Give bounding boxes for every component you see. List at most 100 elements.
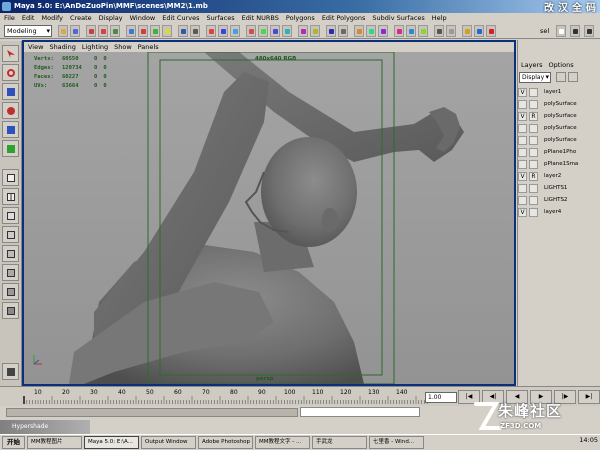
panel-menu-view[interactable]: View <box>28 42 43 52</box>
layer-row[interactable]: Vlayer4 <box>518 207 598 217</box>
open-scene-button[interactable] <box>58 25 68 37</box>
shelf-tool-h-button[interactable] <box>446 25 456 37</box>
persp-graph-layout[interactable] <box>2 226 19 243</box>
taskbar-item[interactable]: Adobe Photoshop <box>198 436 253 449</box>
layer-type-select[interactable]: Display <box>519 72 551 83</box>
render-globals-button[interactable] <box>230 25 240 37</box>
shelf-tool-a-button[interactable] <box>354 25 364 37</box>
layer-row[interactable]: LIGHTS1 <box>518 183 598 193</box>
menu-file[interactable]: File <box>4 13 15 23</box>
shelf-tool-i-button[interactable] <box>462 25 472 37</box>
history-button[interactable] <box>178 25 188 37</box>
custom-layout-b[interactable] <box>2 302 19 319</box>
rotate-tool[interactable] <box>2 102 19 119</box>
layer-row[interactable]: V Rlayer2 <box>518 171 598 181</box>
sel-field[interactable] <box>556 25 566 37</box>
tab-layers[interactable]: Layers <box>521 61 543 69</box>
shelf-tool-b-button[interactable] <box>366 25 376 37</box>
lasso-tool[interactable] <box>2 64 19 81</box>
select-tool[interactable] <box>2 45 19 62</box>
layer-row[interactable]: LIGHTS2 <box>518 195 598 205</box>
panel-menu-show[interactable]: Show <box>114 42 132 52</box>
mode-select[interactable]: Modeling <box>4 25 52 37</box>
snap-grid-button[interactable] <box>126 25 136 37</box>
taskbar-item[interactable]: 七里香 - Wind... <box>369 436 424 449</box>
title-extra-4[interactable]: 码 <box>586 0 596 14</box>
attribute-editor-button[interactable] <box>310 25 320 37</box>
channel-box-button[interactable] <box>326 25 336 37</box>
layer-row[interactable]: polySurface <box>518 99 598 109</box>
menu-create[interactable]: Create <box>70 13 92 23</box>
hypershade-window-minimized[interactable]: Hypershade <box>0 420 90 434</box>
scale-tool-button[interactable] <box>270 25 280 37</box>
hypershade-layout[interactable] <box>2 245 19 262</box>
select-component-button[interactable] <box>110 25 120 37</box>
title-extra-1[interactable]: 改 <box>544 0 554 14</box>
outliner-button[interactable] <box>298 25 308 37</box>
panel-menu-lighting[interactable]: Lighting <box>82 42 108 52</box>
snap-view-button[interactable] <box>162 25 172 37</box>
new-layer-button[interactable] <box>556 72 566 82</box>
shelf-tool-d-button[interactable] <box>394 25 404 37</box>
select-object-button[interactable] <box>98 25 108 37</box>
menu-edit[interactable]: Edit <box>22 13 35 23</box>
four-view-layout[interactable] <box>2 188 19 205</box>
shelf-tool-c-button[interactable] <box>378 25 388 37</box>
tool-settings-button[interactable] <box>338 25 348 37</box>
manipulator-tool[interactable] <box>2 140 19 157</box>
render-button[interactable] <box>206 25 216 37</box>
menu-help[interactable]: Help <box>432 13 447 23</box>
menu-display[interactable]: Display <box>99 13 123 23</box>
layer-row[interactable]: V RpolySurface <box>518 111 598 121</box>
tab-options[interactable]: Options <box>549 61 574 69</box>
start-button[interactable]: 开始 <box>2 436 25 449</box>
layer-row[interactable]: polySurface <box>518 135 598 145</box>
panel-menu-panels[interactable]: Panels <box>138 42 159 52</box>
taskbar-item-maya[interactable]: Maya 5.0: E:\A... <box>84 436 139 449</box>
menu-window[interactable]: Window <box>130 13 156 23</box>
title-extra-2[interactable]: 汉 <box>558 0 568 14</box>
preview-thumbnail[interactable] <box>2 363 19 380</box>
two-view-layout[interactable] <box>2 264 19 281</box>
shelf-tool-g-button[interactable] <box>434 25 444 37</box>
menu-polygons[interactable]: Polygons <box>286 13 315 23</box>
perspective-viewport[interactable] <box>24 52 514 384</box>
single-view-layout[interactable] <box>2 169 19 186</box>
layer-row[interactable]: polySurface <box>518 123 598 133</box>
shelf-tool-e-button[interactable] <box>406 25 416 37</box>
menu-surfaces[interactable]: Surfaces <box>206 13 234 23</box>
ipr-render-button[interactable] <box>218 25 228 37</box>
toggle-channel-box-button[interactable] <box>570 25 580 37</box>
snap-curve-button[interactable] <box>138 25 148 37</box>
toggle-layers-button[interactable] <box>584 25 594 37</box>
taskbar-item[interactable]: Output Window <box>141 436 196 449</box>
move-tool[interactable] <box>2 83 19 100</box>
custom-layout-a[interactable] <box>2 283 19 300</box>
shelf-tool-k-button[interactable] <box>486 25 496 37</box>
menu-edit-nurbs[interactable]: Edit NURBS <box>242 13 279 23</box>
menu-modify[interactable]: Modify <box>41 13 63 23</box>
menu-subdiv-surfaces[interactable]: Subdiv Surfaces <box>372 13 424 23</box>
shelf-tool-f-button[interactable] <box>418 25 428 37</box>
hypergraph-button[interactable] <box>282 25 292 37</box>
new-layer-selected-button[interactable] <box>568 72 578 82</box>
taskbar-item[interactable]: MM教程图片 <box>27 436 82 449</box>
select-hierarchy-button[interactable] <box>86 25 96 37</box>
shelf-tool-j-button[interactable] <box>474 25 484 37</box>
taskbar-item[interactable]: MM教程文字 - ... <box>255 436 310 449</box>
panel-menu-shading[interactable]: Shading <box>49 42 75 52</box>
rotate-tool-button[interactable] <box>258 25 268 37</box>
move-tool-button[interactable] <box>246 25 256 37</box>
range-slider[interactable] <box>6 408 298 417</box>
layer-row[interactable]: pPlane1Pho <box>518 147 598 157</box>
layer-row[interactable]: Vlayer1 <box>518 87 598 97</box>
scale-tool[interactable] <box>2 121 19 138</box>
layer-row[interactable]: pPlane1Sma <box>518 159 598 169</box>
construction-history-button[interactable] <box>190 25 200 37</box>
save-scene-button[interactable] <box>70 25 80 37</box>
snap-point-button[interactable] <box>150 25 160 37</box>
current-frame-field[interactable]: 1.00 <box>425 392 457 403</box>
menu-edit-curves[interactable]: Edit Curves <box>162 13 199 23</box>
title-extra-3[interactable]: 全 <box>572 0 582 14</box>
menu-edit-polygons[interactable]: Edit Polygons <box>322 13 366 23</box>
